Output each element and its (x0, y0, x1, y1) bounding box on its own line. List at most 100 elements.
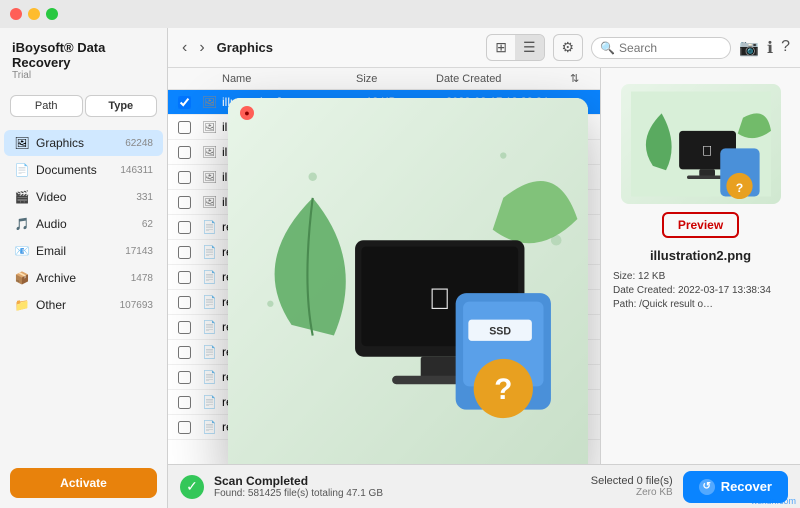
file-type-icon: 🖼 (202, 95, 222, 109)
file-type-icon: 🖼 (202, 195, 222, 209)
sidebar-item-count: 331 (136, 192, 153, 203)
filter-button[interactable]: ⚙ (553, 34, 584, 61)
file-checkbox[interactable] (178, 246, 202, 259)
search-icon: 🔍 (600, 41, 615, 55)
svg-text:?: ? (735, 181, 742, 195)
file-checkbox[interactable] (178, 121, 202, 134)
file-checkbox[interactable] (178, 96, 202, 109)
file-checkbox[interactable] (178, 346, 202, 359)
search-input[interactable] (619, 41, 722, 55)
thumbnail-svg:  ? (631, 89, 771, 199)
size-col-header[interactable]: Size (356, 73, 436, 85)
file-type-icon: 🖼 (202, 145, 222, 159)
list-view-button[interactable]: ☰ (515, 35, 544, 60)
sidebar-item-label: Documents (36, 163, 120, 177)
help-icon[interactable]: ? (781, 38, 790, 58)
sidebar-item-video[interactable]: 🎬 Video 331 (4, 184, 163, 210)
file-type-icon: 🖼 (202, 120, 222, 134)
close-button[interactable] (10, 8, 22, 20)
sidebar-item-other[interactable]: 📁 Other 107693 (4, 292, 163, 318)
svg-text:?: ? (494, 373, 512, 406)
forward-button[interactable]: › (195, 37, 208, 59)
sidebar-item-label: Archive (36, 271, 131, 285)
documents-icon: 📄 (14, 162, 30, 178)
right-panel-size: Size: 12 KB (613, 271, 788, 282)
file-checkbox[interactable] (178, 221, 202, 234)
file-type-icon: 📄 (202, 220, 222, 234)
sidebar-item-documents[interactable]: 📄 Documents 146311 (4, 157, 163, 183)
sidebar-item-count: 62248 (125, 138, 153, 149)
date-col-header[interactable]: Date Created (436, 73, 570, 85)
selected-size: Zero KB (591, 487, 673, 498)
file-checkbox[interactable] (178, 396, 202, 409)
minimize-button[interactable] (28, 8, 40, 20)
svg-text:SSD: SSD (489, 326, 511, 338)
toolbar-right-icons: 📷 ℹ ? (739, 38, 790, 58)
sidebar-item-archive[interactable]: 📦 Archive 1478 (4, 265, 163, 291)
app-trial: Trial (12, 70, 155, 81)
audio-icon: 🎵 (14, 216, 30, 232)
sidebar-items: 🖼 Graphics 62248 📄 Documents 146311 🎬 Vi… (0, 125, 167, 458)
toolbar-nav: ‹ › (178, 37, 209, 59)
file-type-icon: 📄 (202, 370, 222, 384)
watermark: wsxdn.com (751, 496, 796, 506)
app-name: iBoysoft® Data Recovery (12, 40, 155, 70)
sidebar-item-count: 1478 (131, 273, 153, 284)
right-panel-date: Date Created: 2022-03-17 13:38:34 (613, 285, 788, 296)
recover-label: Recover (721, 479, 772, 494)
maximize-button[interactable] (46, 8, 58, 20)
file-type-icon: 🖼 (202, 170, 222, 184)
graphics-icon: 🖼 (14, 135, 30, 151)
svg-text::  (701, 142, 712, 158)
grid-view-button[interactable]: ⊞ (487, 35, 515, 60)
view-toggle: ⊞ ☰ (486, 34, 544, 61)
scan-detail: Found: 581425 file(s) totaling 47.1 GB (214, 488, 581, 499)
activate-button[interactable]: Activate (10, 468, 157, 498)
tab-type[interactable]: Type (85, 95, 158, 117)
search-box: 🔍 (591, 37, 731, 59)
scan-complete-icon: ✓ (180, 475, 204, 499)
sidebar-item-label: Email (36, 244, 125, 258)
back-button[interactable]: ‹ (178, 37, 191, 59)
sidebar-item-count: 62 (142, 219, 153, 230)
sidebar-item-label: Audio (36, 217, 142, 231)
file-checkbox[interactable] (178, 296, 202, 309)
sidebar-item-audio[interactable]: 🎵 Audio 62 (4, 211, 163, 237)
svg-text::  (429, 283, 451, 316)
name-col-header[interactable]: Name (222, 73, 356, 85)
sidebar-item-label: Video (36, 190, 136, 204)
arrow-col-header: ⇅ (570, 72, 590, 85)
file-type-icon: 📄 (202, 345, 222, 359)
file-checkbox[interactable] (178, 421, 202, 434)
title-bar (0, 0, 800, 28)
toolbar: ‹ › Graphics ⊞ ☰ ⚙ 🔍 📷 ℹ ? (168, 28, 800, 68)
preview-overlay: ● (228, 98, 588, 464)
file-checkbox[interactable] (178, 146, 202, 159)
scan-status: Scan Completed (214, 474, 581, 488)
camera-icon[interactable]: 📷 (739, 38, 759, 58)
preview-button[interactable]: Preview (662, 212, 739, 238)
tab-path[interactable]: Path (10, 95, 83, 117)
preview-svg:  ? SSD (228, 98, 588, 464)
file-checkbox[interactable] (178, 321, 202, 334)
sidebar-item-label: Other (36, 298, 120, 312)
file-checkbox[interactable] (178, 171, 202, 184)
sidebar-item-label: Graphics (36, 136, 125, 150)
preview-thumbnail:  ? (621, 84, 781, 204)
file-checkbox[interactable] (178, 271, 202, 284)
file-checkbox[interactable] (178, 371, 202, 384)
right-panel:  ? Preview illustration2.png Size: 12 K… (600, 68, 800, 464)
app-body: iBoysoft® Data Recovery Trial Path Type … (0, 28, 800, 508)
file-checkbox[interactable] (178, 196, 202, 209)
sidebar-item-email[interactable]: 📧 Email 17143 (4, 238, 163, 264)
overlay-close-button[interactable]: ● (240, 106, 254, 120)
archive-icon: 📦 (14, 270, 30, 286)
sidebar-item-graphics[interactable]: 🖼 Graphics 62248 (4, 130, 163, 156)
info-icon[interactable]: ℹ (767, 38, 773, 58)
sidebar: iBoysoft® Data Recovery Trial Path Type … (0, 28, 168, 508)
file-type-icon: 📄 (202, 420, 222, 434)
toolbar-path: Graphics (217, 40, 273, 55)
video-icon: 🎬 (14, 189, 30, 205)
sidebar-item-count: 146311 (120, 165, 153, 176)
right-panel-path: Path: /Quick result o… (613, 299, 788, 310)
